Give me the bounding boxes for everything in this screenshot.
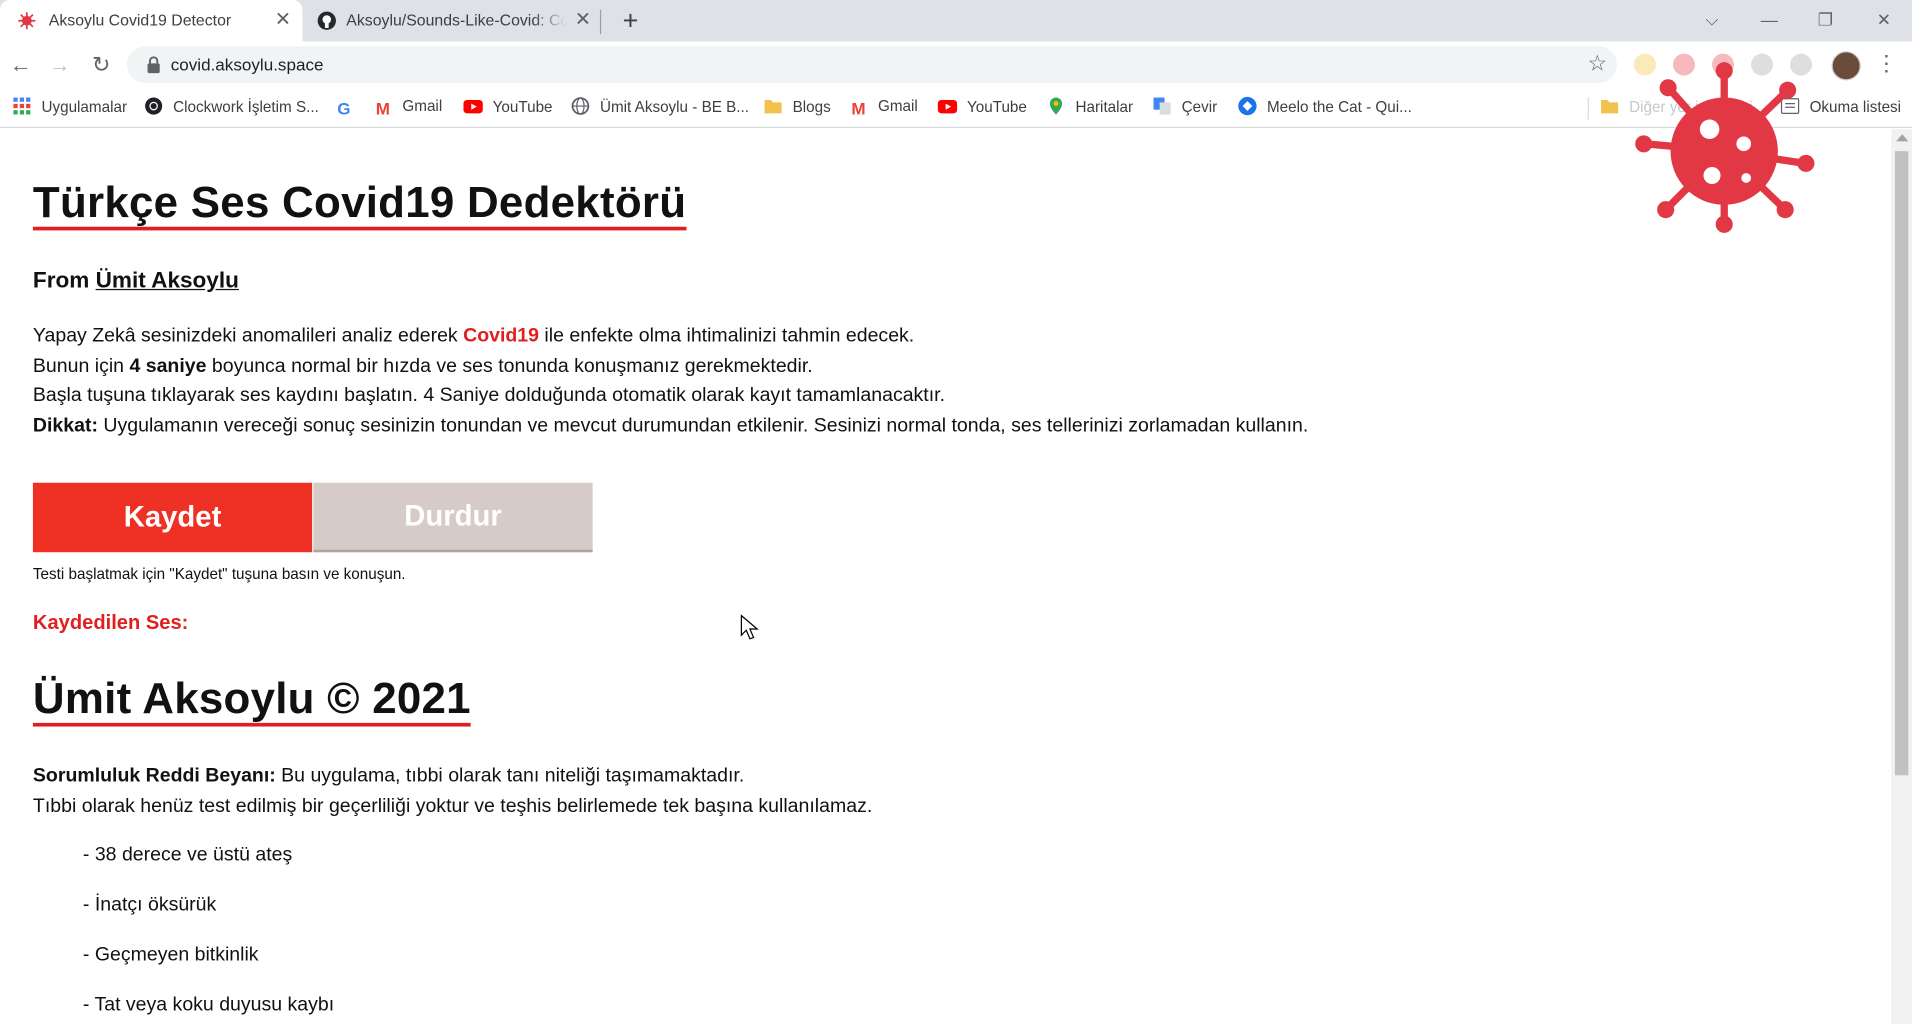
bookmark-meelo[interactable]: Meelo the Cat - Qui...	[1238, 96, 1412, 118]
bookmark-gmail[interactable]: M Gmail	[373, 96, 442, 119]
author-link[interactable]: Ümit Aksoylu	[96, 267, 239, 293]
folder-icon	[764, 99, 782, 114]
tab-search-icon[interactable]: ⌵	[1684, 0, 1740, 41]
bookmarks-bar: Uygulamalar Clockwork İşletim S... G M Gm…	[0, 87, 1912, 128]
tab-strip: Aksoylu Covid19 Detector ✕ Aksoylu/Sound…	[0, 0, 1912, 42]
bookmark-gmail-2[interactable]: M Gmail	[849, 96, 917, 119]
globe-icon	[571, 97, 590, 115]
disclaimer-label: Sorumluluk Reddi Beyanı:	[32, 765, 276, 787]
bookmark-apps[interactable]: Uygulamalar	[12, 96, 127, 118]
hint-text: Testi başlatmak için "Kaydet" tuşuna bas…	[32, 565, 406, 583]
disclaimer: Sorumluluk Reddi Beyanı: Bu uygulama, tı…	[32, 765, 873, 817]
virus-icon	[18, 12, 36, 30]
bookmark-youtube-2[interactable]: YouTube	[937, 96, 1027, 118]
new-tab-button[interactable]: +	[615, 5, 647, 37]
tab-title: Aksoylu Covid19 Detector	[48, 10, 232, 30]
stop-button[interactable]: Durdur	[313, 482, 593, 553]
bookmark-youtube[interactable]: YouTube	[463, 96, 553, 118]
forward-icon[interactable]: →	[43, 48, 77, 82]
scroll-up-icon[interactable]	[1896, 134, 1909, 142]
clockwork-icon	[145, 97, 163, 115]
google-icon: G	[337, 98, 351, 119]
kebab-menu-icon[interactable]: ⋮	[1875, 51, 1897, 75]
minimize-button[interactable]: —	[1741, 0, 1797, 41]
record-button[interactable]: Kaydet	[32, 482, 313, 553]
symptom-list: - 38 derece ve üstü ateş - İnatçı öksürü…	[83, 844, 334, 1024]
gmail-icon: M	[375, 98, 390, 119]
bookmark-maps[interactable]: Haritalar	[1046, 96, 1133, 118]
recorded-audio-label: Kaydedilen Ses:	[32, 611, 189, 634]
close-icon[interactable]: ✕	[571, 9, 595, 33]
folder-icon	[1601, 99, 1619, 114]
tab-covid-detector[interactable]: Aksoylu Covid19 Detector ✕	[0, 0, 303, 42]
bookmark-clockwork[interactable]: Clockwork İşletim S...	[144, 96, 319, 118]
duration-highlight: 4 saniye	[129, 355, 207, 377]
list-item: - 38 derece ve üstü ateş	[82, 844, 293, 866]
back-icon[interactable]: ←	[4, 48, 38, 82]
translate-icon	[1153, 97, 1171, 115]
covid19-highlight: Covid19	[463, 325, 540, 347]
url-text: covid.aksoylu.space	[170, 54, 324, 75]
maps-icon	[1049, 97, 1063, 115]
bookmark-umit-aksoylu[interactable]: Ümit Aksoylu - BE B...	[571, 96, 749, 118]
youtube-icon	[937, 99, 958, 114]
window-close-button[interactable]: ✕	[1856, 0, 1912, 41]
address-bar[interactable]: covid.aksoylu.space ☆	[126, 46, 1617, 83]
from-label: From	[32, 266, 90, 293]
lock-icon	[147, 56, 160, 74]
warning-label: Dikkat:	[32, 415, 98, 437]
restore-button[interactable]: ❐	[1797, 0, 1853, 41]
browser-toolbar: ← → ↻ covid.aksoylu.space ☆ ⋮	[0, 41, 1912, 88]
description: Yapay Zekâ sesinizdeki anomalileri anali…	[32, 325, 1309, 437]
apps-grid-icon	[13, 97, 31, 115]
bookmark-star-icon[interactable]: ☆	[1587, 51, 1607, 77]
tab-github[interactable]: Aksoylu/Sounds-Like-Covid: Covid19 Detec…	[307, 0, 600, 41]
virus-logo-icon	[1635, 62, 1815, 233]
list-item: - İnatçı öksürük	[82, 894, 217, 916]
gmail-icon: M	[851, 98, 866, 119]
youtube-icon	[463, 99, 483, 114]
close-icon[interactable]: ✕	[271, 9, 295, 33]
avatar[interactable]	[1831, 51, 1861, 81]
footer-title: Ümit Aksoylu © 2021	[32, 674, 471, 727]
scrollbar-thumb[interactable]	[1894, 151, 1909, 776]
list-item: - Tat veya koku duyusu kaybı	[82, 994, 335, 1016]
reload-icon[interactable]: ↻	[84, 48, 118, 82]
bookmark-blogs[interactable]: Blogs	[763, 96, 831, 118]
tab-separator	[599, 9, 602, 35]
bookmark-translate[interactable]: Çevir	[1152, 96, 1217, 118]
github-icon	[317, 11, 336, 30]
bookmarks-separator	[1587, 97, 1589, 120]
mouse-cursor-icon	[740, 614, 759, 640]
tab-title: Aksoylu/Sounds-Like-Covid: Covid19 Detec…	[346, 10, 565, 30]
page-title: Türkçe Ses Covid19 Dedektörü	[32, 177, 687, 231]
bookmark-google[interactable]: G	[334, 96, 363, 119]
author-line: From Ümit Aksoylu	[33, 267, 239, 294]
meelo-icon	[1238, 96, 1257, 116]
list-item: - Geçmeyen bitkinlik	[82, 944, 259, 966]
